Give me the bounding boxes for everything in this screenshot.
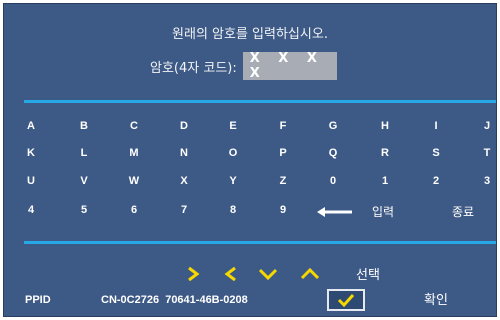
key-d[interactable]: D — [180, 120, 188, 132]
key-e[interactable]: E — [229, 120, 236, 132]
key-t[interactable]: T — [484, 147, 491, 159]
bottom-divider — [24, 241, 496, 244]
key-6[interactable]: 6 — [131, 204, 137, 216]
password-dialog: 원래의 암호를 입력하십시오. 암호(4자 코드): X X X X A B C D E… — [3, 3, 497, 317]
confirm-label: 확인 — [424, 293, 448, 308]
key-s[interactable]: S — [432, 147, 439, 159]
key-z[interactable]: Z — [280, 175, 287, 187]
confirm-button[interactable] — [327, 289, 365, 311]
ppid-label: PPID — [25, 294, 51, 306]
down-chevron-icon[interactable] — [257, 266, 279, 282]
prompt-text: 원래의 암호를 입력하십시오. — [172, 27, 328, 42]
key-j[interactable]: J — [484, 120, 490, 132]
key-f[interactable]: F — [280, 120, 287, 132]
key-8[interactable]: 8 — [230, 204, 236, 216]
left-arrow-icon[interactable] — [317, 207, 352, 217]
key-p[interactable]: P — [279, 147, 286, 159]
key-9[interactable]: 9 — [280, 204, 286, 216]
key-g[interactable]: G — [329, 120, 338, 132]
key-0[interactable]: 0 — [330, 175, 336, 187]
key-x[interactable]: X — [180, 175, 187, 187]
right-chevron-icon[interactable] — [182, 266, 204, 282]
key-n[interactable]: N — [180, 147, 188, 159]
key-4[interactable]: 4 — [28, 204, 34, 216]
up-chevron-icon[interactable] — [299, 266, 321, 282]
ppid-value: CN-0C2726 70641-46B-0208 — [101, 294, 248, 306]
key-o[interactable]: O — [229, 147, 238, 159]
key-k[interactable]: K — [27, 147, 35, 159]
key-2[interactable]: 2 — [433, 175, 439, 187]
checkmark-icon — [337, 293, 355, 307]
key-r[interactable]: R — [381, 147, 389, 159]
key-l[interactable]: L — [81, 147, 88, 159]
top-divider — [24, 100, 496, 103]
key-7[interactable]: 7 — [181, 204, 187, 216]
exit-key[interactable]: 종료 — [452, 203, 474, 220]
key-m[interactable]: M — [129, 147, 138, 159]
key-3[interactable]: 3 — [484, 175, 490, 187]
key-b[interactable]: B — [80, 120, 88, 132]
key-i[interactable]: I — [434, 120, 437, 132]
password-label: 암호(4자 코드): — [150, 60, 237, 76]
key-a[interactable]: A — [27, 120, 35, 132]
key-q[interactable]: Q — [329, 147, 338, 159]
key-c[interactable]: C — [130, 120, 138, 132]
key-h[interactable]: H — [381, 120, 389, 132]
key-u[interactable]: U — [27, 175, 35, 187]
key-w[interactable]: W — [129, 175, 139, 187]
enter-key[interactable]: 입력 — [372, 203, 394, 220]
password-row: 암호(4자 코드): X X X X — [150, 51, 337, 81]
key-1[interactable]: 1 — [382, 175, 388, 187]
key-5[interactable]: 5 — [81, 204, 87, 216]
password-input[interactable]: X X X X — [242, 51, 337, 81]
left-chevron-icon[interactable] — [220, 266, 242, 282]
key-y[interactable]: Y — [229, 175, 236, 187]
select-label: 선택 — [356, 268, 380, 283]
key-v[interactable]: V — [80, 175, 87, 187]
